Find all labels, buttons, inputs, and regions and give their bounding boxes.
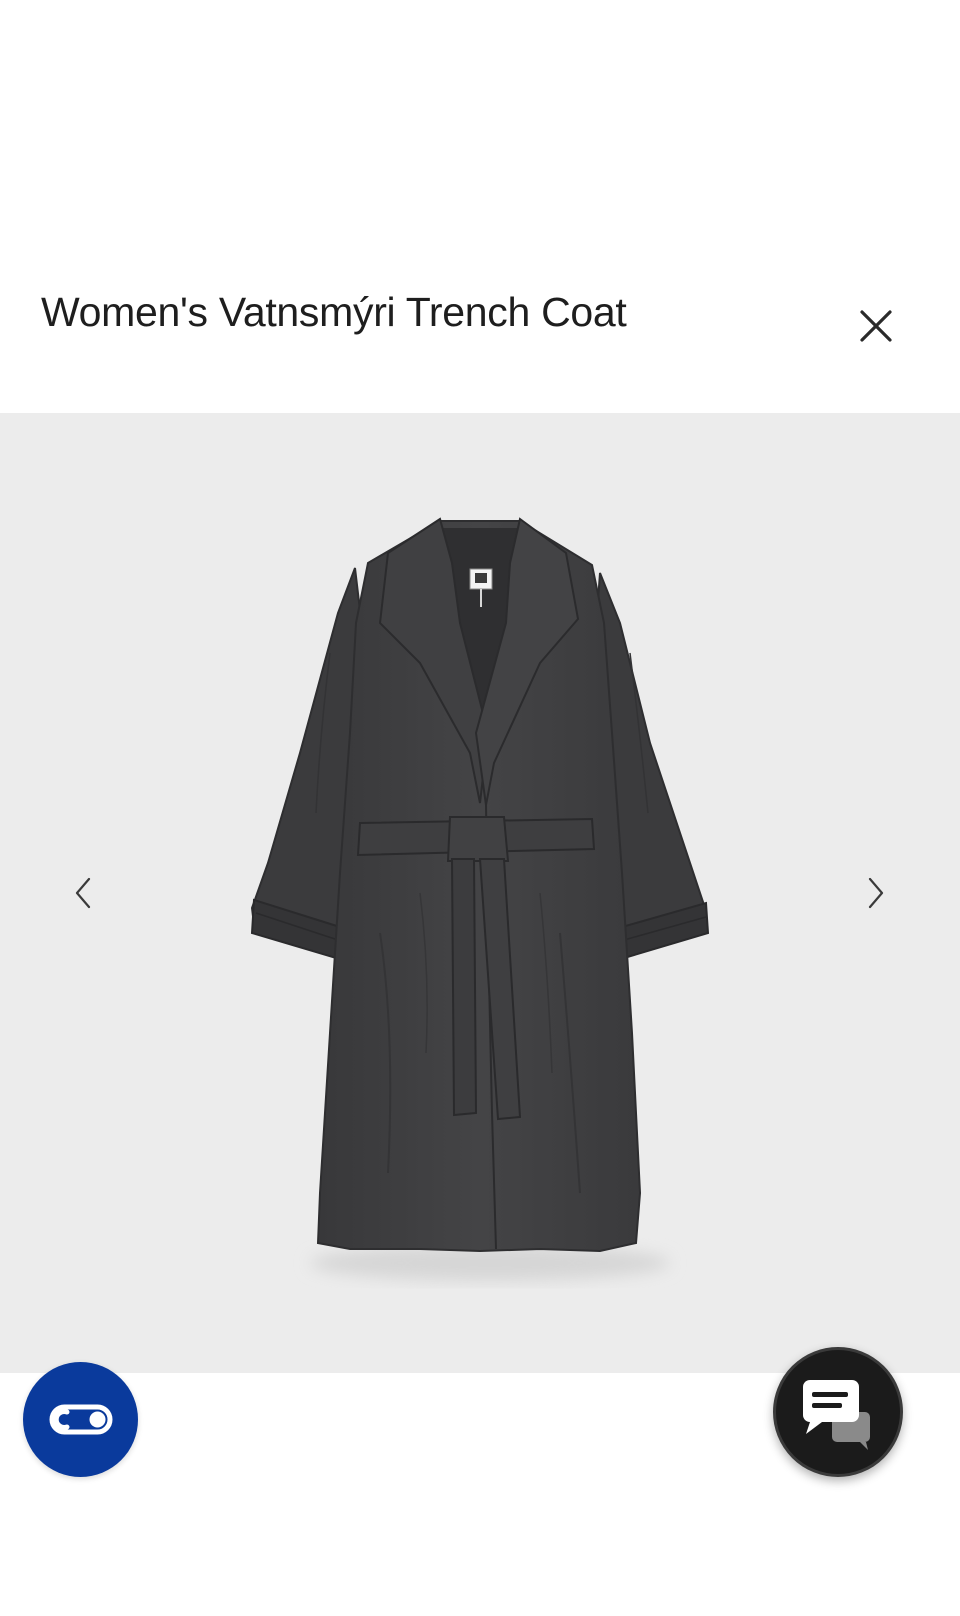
product-image (250, 517, 710, 1281)
accessibility-toggle-icon (49, 1404, 113, 1435)
previous-image-button[interactable] (63, 868, 103, 918)
chat-button[interactable] (773, 1347, 903, 1477)
product-title: Women's Vatnsmýri Trench Coat (41, 289, 627, 335)
product-modal-header: Women's Vatnsmýri Trench Coat (0, 0, 960, 413)
product-image-gallery[interactable] (0, 413, 960, 1373)
next-image-button[interactable] (856, 868, 896, 918)
accessibility-button[interactable] (23, 1362, 138, 1477)
close-icon (860, 310, 892, 342)
chevron-right-icon (868, 877, 884, 909)
chevron-left-icon (75, 877, 91, 909)
close-button[interactable] (852, 302, 902, 352)
chat-bubbles-icon (803, 1380, 870, 1450)
